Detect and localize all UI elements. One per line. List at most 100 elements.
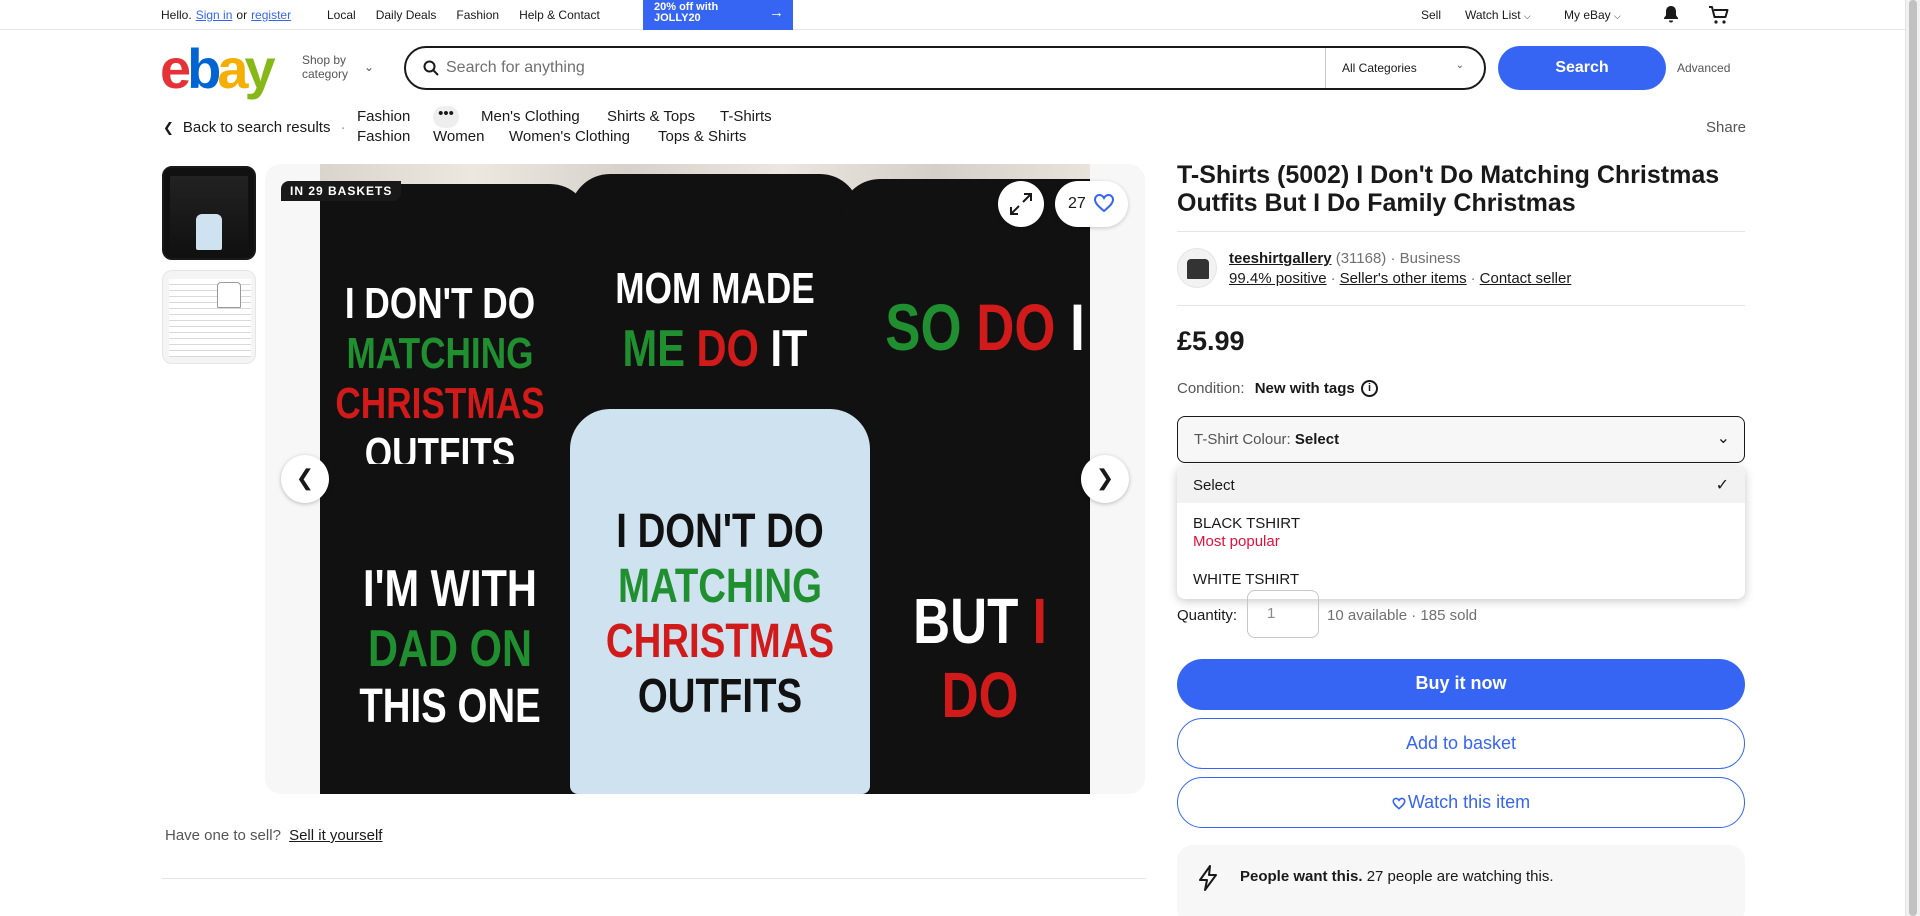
watch-list-menu[interactable]: Watch List ⌵: [1465, 8, 1531, 22]
positive-feedback-link[interactable]: 99.4% positive: [1229, 270, 1327, 287]
people-rest: 27 people are watching this.: [1366, 868, 1554, 885]
colour-value: Select: [1294, 431, 1340, 448]
shop-by-line1: Shop by: [302, 53, 347, 67]
crumb-fashion-2[interactable]: Fashion: [357, 128, 410, 145]
watch-count-button[interactable]: 27: [1055, 181, 1128, 227]
check-icon: ✓: [1715, 477, 1729, 494]
nav-local[interactable]: Local: [327, 8, 356, 22]
availability: 10 available · 185 sold: [1327, 607, 1477, 624]
chevron-down-icon: ⌵: [1614, 11, 1621, 21]
category-label: All Categories: [1342, 61, 1417, 75]
chevron-left-icon: ❮: [163, 120, 174, 135]
seller-avatar[interactable]: [1177, 248, 1217, 288]
chevron-down-icon: ⌄: [1455, 60, 1464, 71]
crumb-tops-shirts[interactable]: Tops & Shirts: [658, 128, 746, 145]
contact-seller-link[interactable]: Contact seller: [1480, 270, 1572, 287]
shirt-4: I'M WITH DAD ON THIS ONE: [320, 464, 600, 794]
advanced-search-link[interactable]: Advanced: [1677, 61, 1730, 75]
search-button[interactable]: Search: [1498, 46, 1666, 90]
shirt-4-line1: I'M WITH: [363, 560, 537, 618]
shirt-5-line2: MATCHING: [617, 560, 823, 613]
option-white-tshirt[interactable]: WHITE TSHIRT: [1177, 571, 1745, 588]
back-to-results-link[interactable]: ❮ Back to search results ·: [163, 119, 346, 136]
scrollbar-thumb[interactable]: [1909, 0, 1917, 916]
divider: [1177, 305, 1745, 306]
shirt-6-word-but: BUT: [913, 585, 1019, 657]
shirt-6: BUT I DO: [840, 464, 1090, 794]
watch-count: 27: [1068, 195, 1086, 212]
crumb-t-shirts[interactable]: T-Shirts: [720, 108, 772, 125]
quantity-input[interactable]: 1: [1247, 590, 1319, 638]
sell-it-yourself-link[interactable]: Sell it yourself: [289, 827, 382, 844]
search-input[interactable]: [446, 56, 1306, 80]
colour-label: T-Shirt Colour:: [1194, 431, 1291, 448]
sign-in-link[interactable]: Sign in: [196, 8, 233, 22]
product-photo: I DON'T DO MATCHING CHRISTMAS OUTFITS MO…: [320, 164, 1090, 794]
expand-image-button[interactable]: [998, 181, 1044, 227]
chevron-down-icon: ⌄: [364, 60, 375, 74]
seller-other-items-link[interactable]: Seller's other items: [1340, 270, 1467, 287]
promo-banner[interactable]: 20% off with JOLLY20 →: [643, 0, 793, 30]
quantity-label: Quantity:: [1177, 607, 1238, 624]
sell-prompt: Have one to sell? Sell it yourself: [165, 827, 382, 844]
avatar-shirt-image: [1187, 259, 1209, 279]
heart-icon: [1093, 193, 1115, 213]
condition: Condition: New with tags: [1177, 380, 1355, 397]
nav-help-contact[interactable]: Help & Contact: [519, 8, 600, 22]
available-count: 10 available: [1327, 607, 1408, 624]
shirt-6-word-do: DO: [941, 659, 1019, 731]
seller-links: 99.4% positive · Seller's other items · Cont…: [1229, 270, 1571, 287]
crumb-shirts-tops[interactable]: Shirts & Tops: [607, 108, 695, 125]
seller-type: Business: [1399, 250, 1461, 267]
people-want-this-banner: People want this. 27 people are watching…: [1177, 845, 1745, 916]
thumbnail-2[interactable]: [162, 270, 256, 364]
separator-dot: ·: [1470, 270, 1476, 287]
greeting: Hello. Sign in or register: [161, 8, 295, 22]
next-image-button[interactable]: ❯: [1081, 455, 1129, 503]
previous-image-button[interactable]: ❮: [281, 455, 329, 503]
seller-feedback-count: (31168): [1335, 250, 1387, 267]
arrow-right-icon: →: [769, 4, 784, 21]
shirt-2-line1: MOM MADE: [615, 264, 815, 313]
shirt-4-line2: DAD ON: [367, 620, 533, 678]
crumb-womens-clothing[interactable]: Women's Clothing: [509, 128, 630, 145]
nav-daily-deals[interactable]: Daily Deals: [376, 8, 437, 22]
thumbnail-1[interactable]: [162, 166, 256, 260]
ebay-logo[interactable]: ebay: [160, 41, 280, 97]
seller-name-link[interactable]: teeshirtgallery: [1229, 250, 1332, 267]
add-to-basket-button[interactable]: Add to basket: [1177, 718, 1745, 769]
sell-question: Have one to sell?: [165, 827, 281, 844]
sell-link[interactable]: Sell: [1421, 8, 1441, 22]
my-ebay-menu[interactable]: My eBay ⌵: [1564, 8, 1621, 22]
register-link[interactable]: register: [251, 8, 291, 22]
main-product-image[interactable]: I DON'T DO MATCHING CHRISTMAS OUTFITS MO…: [265, 164, 1145, 794]
separator-dot: ·: [340, 119, 346, 136]
option-black-tshirt[interactable]: BLACK TSHIRT Most popular: [1177, 515, 1745, 550]
top-nav: Local Daily Deals Fashion Help & Contact: [327, 8, 600, 22]
buy-it-now-button[interactable]: Buy it now: [1177, 659, 1745, 710]
info-icon[interactable]: i: [1361, 380, 1378, 397]
shirt-1-line3: CHRISTMAS: [335, 379, 545, 428]
option-label: Select: [1193, 477, 1235, 494]
shirt-4-line3: THIS ONE: [359, 680, 541, 733]
option-select[interactable]: Select ✓: [1177, 466, 1745, 503]
shirt-2-word-me: ME: [622, 320, 685, 378]
colour-select[interactable]: T-Shirt Colour: Select ⌄: [1177, 416, 1745, 463]
share-link[interactable]: Share: [1706, 119, 1746, 136]
condition-value: New with tags: [1254, 380, 1355, 397]
crumb-fashion[interactable]: Fashion: [357, 108, 410, 125]
bell-icon[interactable]: [1661, 4, 1681, 24]
category-select[interactable]: All Categories ⌄: [1325, 48, 1486, 88]
crumb-ellipsis[interactable]: •••: [433, 106, 459, 128]
shop-by-category[interactable]: Shop by category ⌄: [302, 53, 374, 81]
heart-icon: [1392, 797, 1406, 810]
crumb-women[interactable]: Women: [433, 128, 484, 145]
crumb-mens-clothing[interactable]: Men's Clothing: [481, 108, 580, 125]
cart-icon[interactable]: [1708, 5, 1730, 25]
watch-item-button[interactable]: Watch this item: [1177, 777, 1745, 828]
option-label: WHITE TSHIRT: [1193, 571, 1300, 588]
separator-dot: ·: [1330, 270, 1336, 287]
scrollbar[interactable]: [1905, 0, 1920, 916]
search-bar: All Categories ⌄: [404, 46, 1486, 90]
nav-fashion[interactable]: Fashion: [456, 8, 499, 22]
